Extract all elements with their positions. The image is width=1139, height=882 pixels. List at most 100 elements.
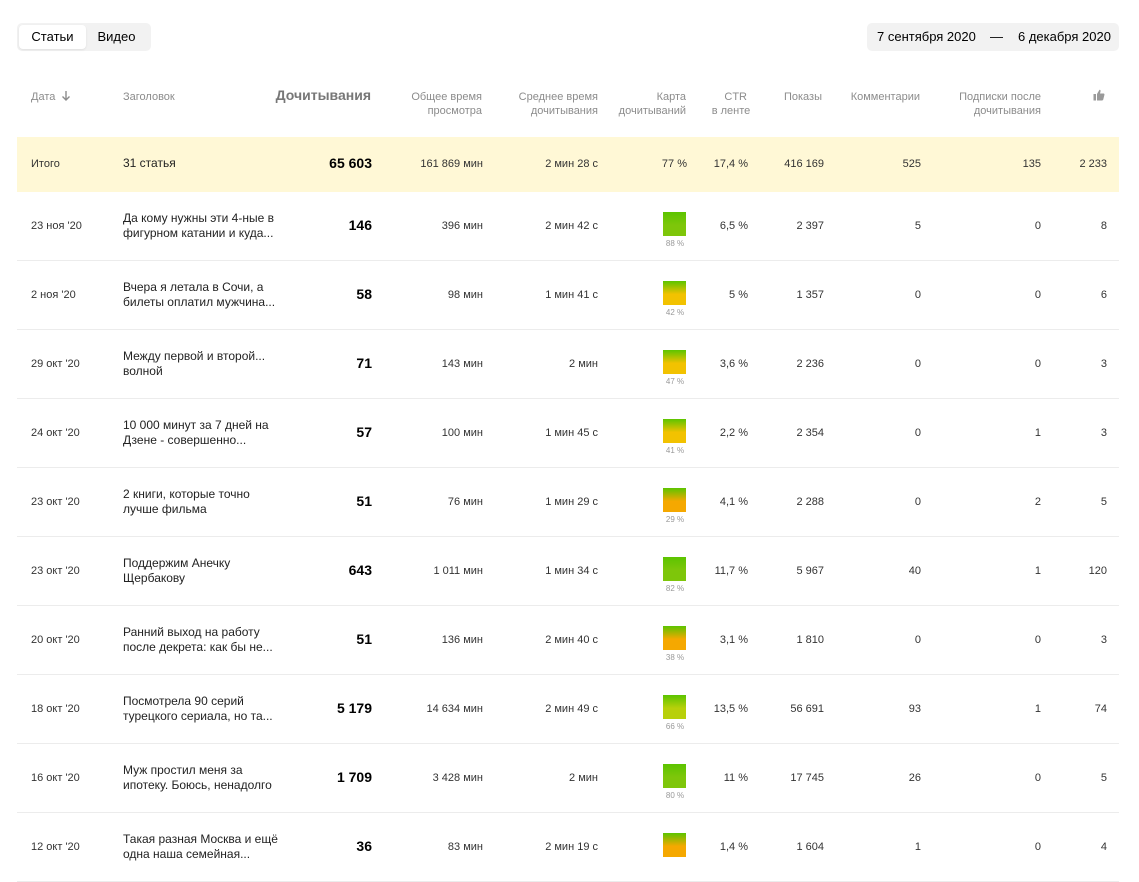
total-impressions: 416 169 <box>784 158 824 170</box>
table-row[interactable]: 24 окт '20 10 000 минут за 7 дней на Дзе… <box>17 400 1119 468</box>
row-likes: 3 <box>1100 634 1107 646</box>
row-ctr: 13,5 % <box>713 703 748 715</box>
row-date: 16 окт '20 <box>31 772 80 784</box>
read-map-cell: 38 % <box>663 626 687 662</box>
read-map-percent: 41 % <box>665 446 685 455</box>
row-ctr: 4,1 % <box>719 496 748 508</box>
row-comments: 1 <box>914 841 921 853</box>
table-row[interactable]: 12 окт '20 Такая разная Москва и ещё одн… <box>17 814 1119 882</box>
row-total-time: 396 мин <box>441 220 483 232</box>
table-row[interactable]: 18 окт '20 Посмотрела 90 серий турецкого… <box>17 676 1119 744</box>
col-date[interactable]: Дата <box>31 90 71 104</box>
row-subscriptions: 0 <box>1034 841 1041 853</box>
row-impressions: 2 397 <box>796 220 824 232</box>
total-subscriptions: 135 <box>1022 158 1041 170</box>
col-total-time-line1: Общее время <box>411 91 482 103</box>
read-map-cell: 88 % <box>663 212 687 248</box>
table-row[interactable]: 23 окт '20 2 книги, которые точно лучше … <box>17 469 1119 537</box>
row-avg-time: 2 мин 40 с <box>545 634 598 646</box>
col-avg-time-line2: дочитывания <box>530 105 598 117</box>
col-read-map-line2: дочитываний <box>618 105 686 117</box>
read-map-bar <box>663 350 686 374</box>
row-reads: 5 179 <box>336 700 372 716</box>
row-comments: 0 <box>914 496 921 508</box>
table-row[interactable]: 23 окт '20 Поддержим Анечку Щербакову 64… <box>17 538 1119 606</box>
col-subscriptions[interactable]: Подписки после дочитывания <box>930 90 1041 118</box>
row-ctr: 11 % <box>723 772 748 784</box>
total-comments: 525 <box>902 158 921 170</box>
tab-articles[interactable]: Статьи <box>19 25 86 49</box>
table-row[interactable]: 29 окт '20 Между первой и второй... волн… <box>17 331 1119 399</box>
table-row[interactable]: 2 ноя '20 Вчера я летала в Сочи, а билет… <box>17 262 1119 330</box>
row-subscriptions: 1 <box>1034 703 1041 715</box>
col-comments[interactable]: Комментарии <box>830 90 920 104</box>
row-likes: 4 <box>1100 841 1107 853</box>
row-subscriptions: 2 <box>1034 496 1041 508</box>
table-row[interactable]: 23 ноя '20 Да кому нужны эти 4-ные в фиг… <box>17 193 1119 261</box>
content-type-tabs: Статьи Видео <box>17 23 151 51</box>
col-subscriptions-line1: Подписки после <box>959 91 1041 103</box>
row-impressions: 5 967 <box>796 565 824 577</box>
total-likes: 2 233 <box>1079 158 1107 170</box>
col-read-map[interactable]: Карта дочитываний <box>606 90 686 118</box>
row-total-time: 83 мин <box>447 841 483 853</box>
row-impressions: 1 810 <box>796 634 824 646</box>
row-date: 20 окт '20 <box>31 634 80 646</box>
row-comments: 0 <box>914 427 921 439</box>
date-range-picker[interactable]: 7 сентября 2020 — 6 декабря 2020 <box>867 23 1119 51</box>
row-impressions: 1 604 <box>796 841 824 853</box>
row-date: 2 ноя '20 <box>31 289 76 301</box>
row-likes: 8 <box>1100 220 1107 232</box>
tab-video[interactable]: Видео <box>86 25 147 49</box>
col-total-time[interactable]: Общее время просмотра <box>382 90 482 118</box>
row-comments: 0 <box>914 634 921 646</box>
col-total-time-line2: просмотра <box>427 105 482 117</box>
row-reads: 1 709 <box>336 769 372 785</box>
col-likes[interactable] <box>1093 89 1105 105</box>
read-map-bar <box>663 695 686 719</box>
row-total-time: 143 мин <box>441 358 483 370</box>
col-ctr-line1: CTR <box>724 91 747 103</box>
col-reads[interactable]: Дочитывания <box>250 88 371 102</box>
row-avg-time: 2 мин 42 с <box>545 220 598 232</box>
col-impressions[interactable]: Показы <box>762 90 822 104</box>
row-total-time: 98 мин <box>447 289 483 301</box>
date-separator: — <box>990 29 1003 44</box>
row-likes: 5 <box>1100 496 1107 508</box>
row-ctr: 5 % <box>729 289 748 301</box>
row-total-time: 136 мин <box>441 634 483 646</box>
total-label: Итого <box>31 158 60 170</box>
row-avg-time: 2 мин <box>569 358 598 370</box>
read-map-percent: 29 % <box>665 515 685 524</box>
thumbs-up-icon <box>1093 89 1105 101</box>
row-ctr: 3,6 % <box>719 358 748 370</box>
col-title[interactable]: Заголовок <box>123 90 175 104</box>
read-map-percent: 80 % <box>665 791 685 800</box>
read-map-bar <box>663 488 686 512</box>
row-reads: 51 <box>356 493 372 509</box>
row-date: 18 окт '20 <box>31 703 80 715</box>
total-read-map: 77 % <box>661 158 687 170</box>
row-date: 29 окт '20 <box>31 358 80 370</box>
row-likes: 6 <box>1100 289 1107 301</box>
row-date: 12 окт '20 <box>31 841 80 853</box>
read-map-cell: 42 % <box>663 281 687 317</box>
read-map-bar <box>663 281 686 305</box>
row-likes: 120 <box>1088 565 1107 577</box>
row-reads: 58 <box>356 286 372 302</box>
row-avg-time: 2 мин 19 с <box>545 841 598 853</box>
row-avg-time: 2 мин 49 с <box>545 703 598 715</box>
date-from: 7 сентября 2020 <box>877 29 976 44</box>
table-row[interactable]: 16 окт '20 Муж простил меня за ипотеку. … <box>17 745 1119 813</box>
row-ctr: 11,7 % <box>714 565 748 577</box>
table-row[interactable]: 20 окт '20 Ранний выход на работу после … <box>17 607 1119 675</box>
col-avg-time[interactable]: Среднее время дочитывания <box>498 90 598 118</box>
row-likes: 3 <box>1100 358 1107 370</box>
row-impressions: 1 357 <box>796 289 824 301</box>
row-subscriptions: 0 <box>1034 358 1041 370</box>
row-impressions: 2 288 <box>796 496 824 508</box>
row-total-time: 14 634 мин <box>426 703 483 715</box>
row-total-time: 1 011 мин <box>433 565 483 577</box>
col-ctr[interactable]: CTR в ленте <box>707 90 755 118</box>
row-total-time: 76 мин <box>447 496 483 508</box>
